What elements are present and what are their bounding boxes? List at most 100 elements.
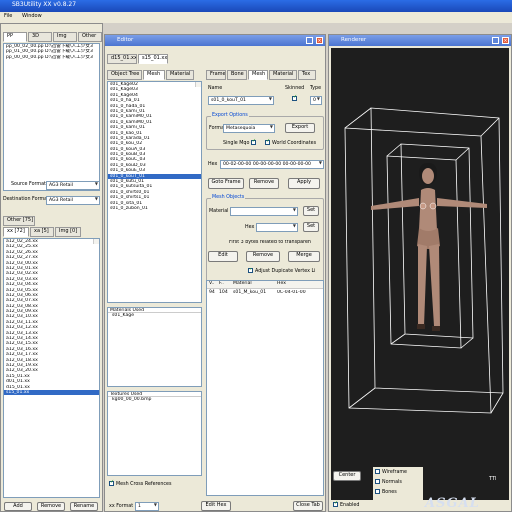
col-v[interactable]: V..	[207, 281, 219, 288]
normals-checkbox[interactable]	[375, 479, 380, 484]
add-button[interactable]: Add	[4, 502, 32, 511]
single-mqo[interactable]: Single Mqo	[223, 139, 258, 147]
left-tabs: PP 3D Img Other	[3, 32, 102, 42]
set-hex-button[interactable]: Set	[303, 222, 319, 232]
menu-file[interactable]: File	[4, 13, 12, 19]
merge-button[interactable]: Merge	[288, 251, 320, 262]
single-mqo-checkbox[interactable]	[250, 139, 256, 145]
bones-checkbox[interactable]	[375, 489, 380, 494]
wireframe-checkbox[interactable]	[375, 469, 380, 474]
xx-file-list[interactable]: a12_02_24.xx a12_02_25.xx a12_02_26.xx a12_…	[3, 238, 100, 498]
tab-xa[interactable]: xa [5]	[30, 227, 54, 237]
name-input[interactable]: s01_0_kouT_01	[208, 96, 274, 105]
tab-mesh[interactable]: Mesh	[143, 70, 165, 80]
tab-bone[interactable]: Bone	[227, 70, 247, 80]
export-button[interactable]: Export	[285, 123, 315, 133]
apply-button[interactable]: Apply	[288, 178, 320, 189]
mesh-objects-table[interactable]: V.. F.. Material Hex 94 104 s01_M_kou_01…	[206, 280, 324, 496]
enabled-checkbox[interactable]	[333, 501, 338, 507]
minimize-icon[interactable]	[492, 37, 499, 44]
hex-input[interactable]: 00-02-00-00 00-00-00-00 00-00-00-00	[220, 160, 324, 169]
tab-tex[interactable]: Tex	[298, 70, 316, 80]
materials-used-box: Materials Used s01_Kages01_M_hada_01s01_…	[107, 307, 202, 387]
list-item[interactable]: s01_0_zubon_01	[108, 206, 201, 211]
col-f[interactable]: F..	[219, 281, 233, 288]
type-input[interactable]: 0	[310, 96, 322, 105]
list-item[interactable]: pp_00_00_00.pp D:\迅雷下载\人工少女3	[4, 55, 99, 60]
menu-window[interactable]: Window	[22, 13, 42, 19]
center-button[interactable]: Center	[333, 471, 361, 481]
app-title: SB3Utility XX v0.8.27	[12, 1, 77, 8]
cell-f: 104	[219, 290, 228, 295]
tab-xx[interactable]: xx [72]	[3, 227, 29, 237]
minimize-icon[interactable]	[306, 37, 313, 44]
mesh-list[interactable]: s01_Kage02 s01_Kage03 s01_Kage04 s01_0_ha_0…	[107, 81, 202, 303]
remove-object-button[interactable]: Remove	[246, 251, 280, 262]
export-options-title: Export Options	[211, 113, 249, 119]
tab-object-tree[interactable]: Object Tree	[107, 70, 142, 80]
mesh-detail-tabs: Frame Bone Mesh Material Tex	[206, 70, 316, 80]
adjust-duplicate[interactable]: Adjust Dupicate Vertex Li	[248, 268, 324, 275]
tab-other[interactable]: Other	[78, 32, 102, 42]
editor-titlebar: Editor	[105, 35, 325, 46]
edit-hex-button[interactable]: Edit Hex	[201, 501, 231, 511]
source-format-select[interactable]: AG3 Retail	[46, 181, 100, 190]
rename-button[interactable]: Rename	[70, 502, 98, 511]
hex2-input[interactable]	[256, 223, 298, 232]
tab-img-lower[interactable]: Img [0]	[55, 227, 81, 237]
remove-mesh-button[interactable]: Remove	[249, 178, 279, 189]
material-select[interactable]	[230, 207, 298, 216]
close-icon[interactable]: ×	[316, 37, 323, 44]
watermark-logo: ASGAL	[425, 496, 480, 511]
tab-frame[interactable]: Frame	[206, 70, 226, 80]
remove-button[interactable]: Remove	[37, 502, 65, 511]
pp-file-list[interactable]: pp_00_02_00.pp D:\迅雷下载\人工少女3 pp_01_00_00…	[3, 43, 100, 191]
tab-material-detail[interactable]: Material	[269, 70, 297, 80]
normals-toggle[interactable]: Normals	[375, 479, 402, 486]
adjust-duplicate-checkbox[interactable]	[248, 268, 253, 273]
render-options: Wireframe Normals Bones	[373, 467, 423, 507]
tab-pp[interactable]: PP	[3, 32, 27, 42]
tab-img[interactable]: Img	[53, 32, 77, 42]
mesh-cross-references[interactable]: Mesh Cross References	[109, 480, 171, 488]
tab-mesh-detail[interactable]: Mesh	[248, 70, 268, 80]
viewport[interactable]	[331, 48, 509, 500]
dest-format-select[interactable]: AG3 Retail	[46, 196, 100, 205]
hex2-label: Hex	[245, 225, 255, 230]
set-material-button[interactable]: Set	[303, 206, 319, 216]
cell-material: s01_M_kou_01	[233, 290, 267, 295]
skinned-checkbox[interactable]	[292, 95, 299, 103]
scrollbar[interactable]	[93, 239, 99, 245]
renderer-titlebar: Renderer	[329, 35, 511, 46]
lower-tabs: xx [72] xa [5] Img [0]	[3, 227, 81, 237]
xx-format-select[interactable]: 1	[135, 502, 159, 511]
mesh-objects-title: Mesh Objects	[211, 195, 246, 201]
world-coords[interactable]: World Coordinates	[265, 139, 316, 147]
edit-mesh-button[interactable]: Edit	[208, 251, 238, 262]
close-tab-button[interactable]: Close Tab	[293, 501, 323, 511]
col-material[interactable]: Material	[233, 281, 277, 288]
transparency-hint: First 3 bytes related to transparen	[229, 240, 311, 245]
sun-label: TTI	[489, 476, 497, 482]
tab-other-lower[interactable]: Other [75]	[3, 216, 35, 226]
tab-3d[interactable]: 3D	[28, 32, 52, 42]
tab-d15[interactable]: d15_01.xx	[107, 54, 137, 64]
close-icon[interactable]: ×	[502, 37, 509, 44]
format-select[interactable]: Metasequoia	[223, 124, 275, 133]
table-row[interactable]: 94 104 s01_M_kou_01 0C-04-01-00	[207, 289, 323, 297]
editor-sub-tabs: Object Tree Mesh Material	[107, 70, 194, 80]
enabled-toggle[interactable]: Enabled	[333, 501, 359, 509]
cell-hex: 0C-04-01-00	[277, 290, 306, 295]
scrollbar[interactable]	[195, 82, 201, 88]
goto-frame-button[interactable]: Goto Frame	[208, 178, 244, 189]
col-hex[interactable]: Hex	[277, 281, 321, 288]
tab-s15[interactable]: s15_01.xx	[138, 54, 168, 64]
list-item[interactable]: pp_01_00_00.pp D:\迅雷下载\人工少女3	[4, 49, 99, 54]
bones-toggle[interactable]: Bones	[375, 489, 397, 496]
wireframe-toggle[interactable]: Wireframe	[375, 469, 407, 476]
mesh-cross-checkbox[interactable]	[109, 480, 114, 486]
editor-file-tabs: d15_01.xx s15_01.xx	[107, 54, 168, 64]
world-coords-checkbox[interactable]	[265, 139, 270, 145]
list-item[interactable]: s15_01.xx	[4, 389, 99, 396]
tab-material[interactable]: Material	[166, 70, 194, 80]
